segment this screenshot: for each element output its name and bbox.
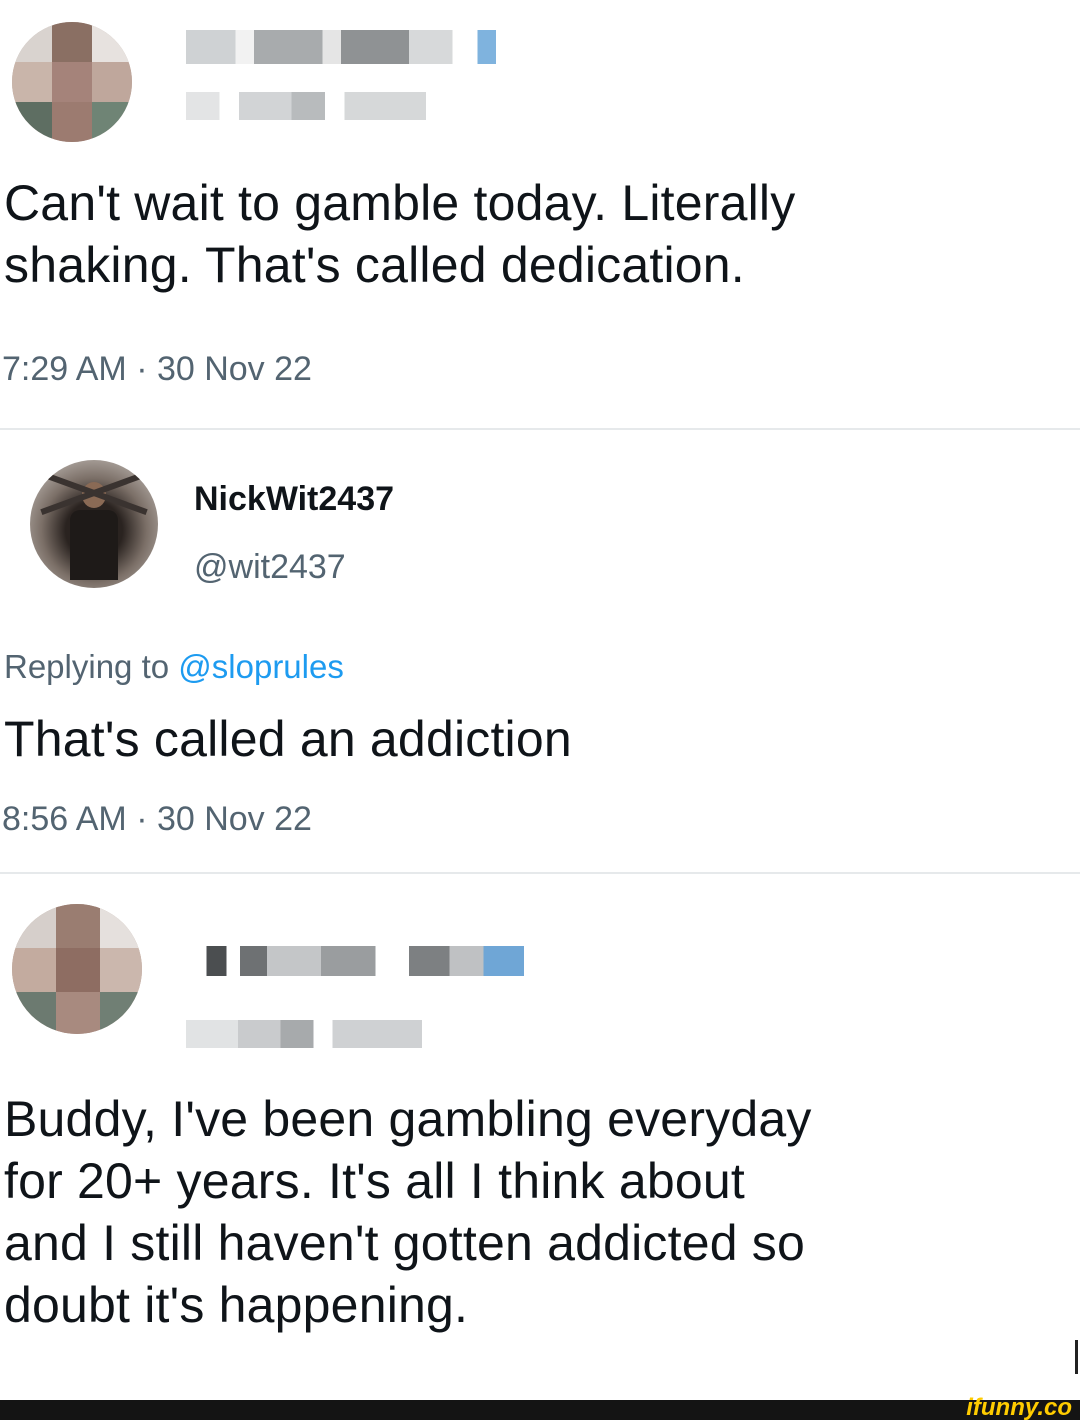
tweet-text-line: and I still haven't gotten addicted so bbox=[4, 1215, 806, 1271]
replying-to-label: Replying to bbox=[4, 648, 170, 685]
user-handle[interactable]: @wit2437 bbox=[194, 548, 346, 587]
tweet-timestamp[interactable]: 7:29 AM · 30 Nov 22 bbox=[2, 350, 312, 389]
display-name-blurred[interactable] bbox=[186, 946, 524, 976]
tweet-text-line: Can't wait to gamble today. Literally bbox=[4, 175, 796, 231]
handle-blurred bbox=[186, 92, 426, 120]
tweet-text: That's called an addiction bbox=[4, 711, 572, 767]
tweet-text: Can't wait to gamble today. Literally sh… bbox=[4, 172, 795, 296]
mention-link[interactable]: @sloprules bbox=[178, 648, 344, 685]
avatar[interactable] bbox=[30, 460, 158, 588]
tweet-original: Can't wait to gamble today. Literally sh… bbox=[0, 0, 1080, 420]
watermark-logo: ifunny.co bbox=[966, 1394, 1072, 1421]
avatar-blurred[interactable] bbox=[12, 904, 142, 1034]
tweet-text-line: for 20+ years. It's all I think about bbox=[4, 1153, 745, 1209]
handle-blurred bbox=[186, 1020, 422, 1048]
tweet-text-line: Buddy, I've been gambling everyday bbox=[4, 1091, 812, 1147]
replying-to: Replying to @sloprules bbox=[4, 648, 344, 686]
tweet-response: Buddy, I've been gambling everyday for 2… bbox=[0, 874, 1080, 1400]
display-name[interactable]: NickWit2437 bbox=[194, 480, 394, 519]
tweet-timestamp[interactable]: 8:56 AM · 30 Nov 22 bbox=[2, 800, 312, 839]
footer-bar bbox=[0, 1400, 1080, 1420]
display-name-blurred[interactable] bbox=[186, 30, 496, 64]
tweet-text-line: shaking. That's called dedication. bbox=[4, 237, 745, 293]
edge-mark bbox=[1075, 1340, 1078, 1374]
tweet-text: Buddy, I've been gambling everyday for 2… bbox=[4, 1088, 812, 1336]
tweet-text-line: doubt it's happening. bbox=[4, 1277, 469, 1333]
tweet-reply: NickWit2437 @wit2437 Replying to @slopru… bbox=[0, 430, 1080, 870]
avatar-blurred[interactable] bbox=[12, 22, 132, 142]
